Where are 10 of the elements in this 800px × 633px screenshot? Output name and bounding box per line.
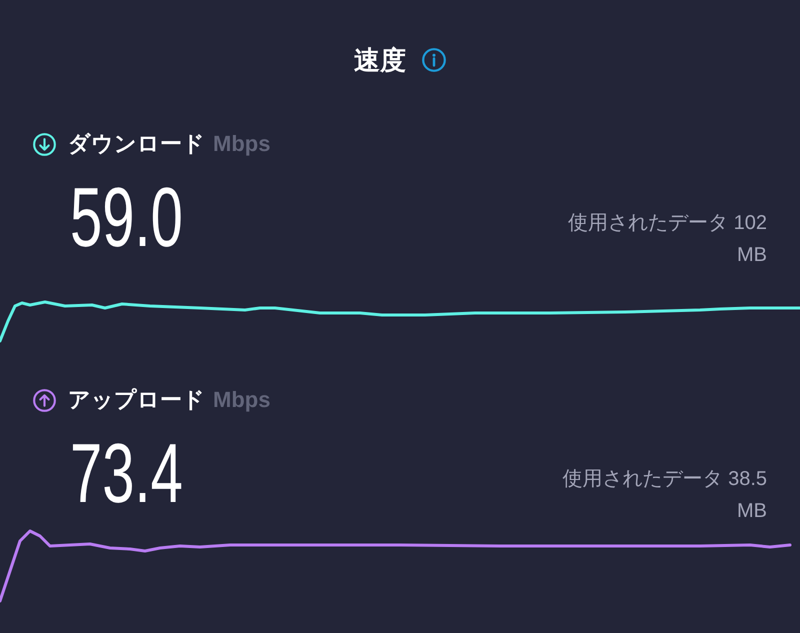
speed-value: 73.4 [70, 431, 183, 515]
unit-label: Mbps [213, 130, 270, 158]
info-icon[interactable] [422, 48, 446, 72]
test-label: ダウンロード [68, 130, 205, 158]
unit-label: Mbps [213, 386, 270, 414]
speed-value: 59.0 [70, 175, 183, 259]
section-title: 速度 [354, 44, 406, 76]
data-used-text: 使用されたデータ 38.5 MB [562, 467, 767, 524]
data-used-text: 使用されたデータ 102 MB [567, 211, 767, 268]
test-label: アップロード [68, 386, 205, 414]
